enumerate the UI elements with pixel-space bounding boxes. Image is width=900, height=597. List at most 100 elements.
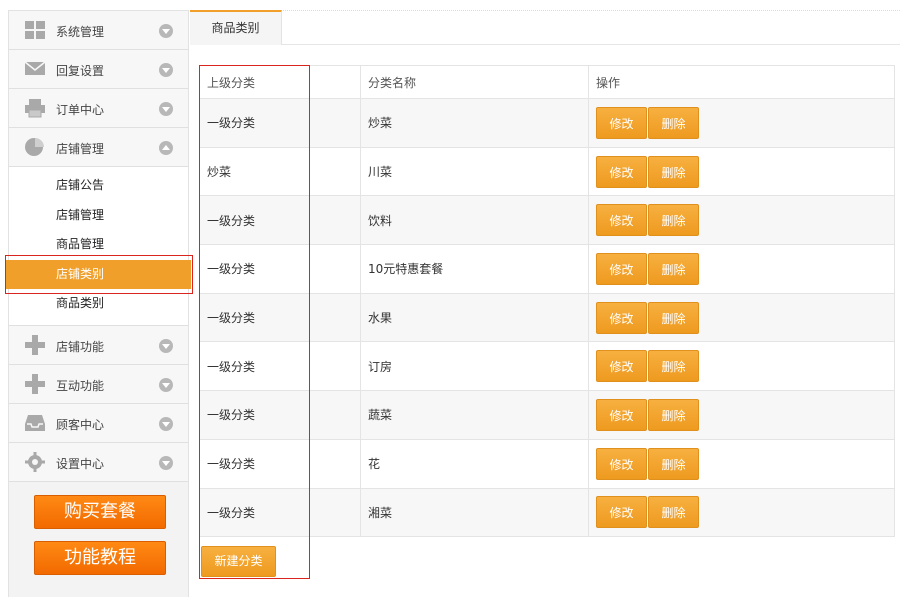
chevron-down-icon[interactable] [159, 455, 173, 470]
menu-top-2[interactable]: 订单中心 [9, 89, 188, 128]
plus-icon [24, 373, 46, 394]
cell-parent-category: 一级分类 [199, 341, 361, 392]
edit-button[interactable]: 修改 [596, 155, 647, 188]
delete-button[interactable]: 删除 [648, 204, 699, 237]
submenu-item-1[interactable]: 店铺管理 [9, 201, 188, 231]
tab-bar: 商品类别 [190, 10, 900, 45]
chevron-down-icon[interactable] [159, 416, 173, 431]
edit-button[interactable]: 修改 [596, 496, 647, 529]
chevron-down-icon[interactable] [159, 24, 173, 38]
inbox-icon [24, 413, 46, 433]
new-category-button[interactable]: 新建分类 [201, 546, 276, 577]
cell-actions: 修改 删除 [588, 292, 895, 343]
table-row: 一级分类 炒菜 修改 删除 [199, 98, 895, 148]
cell-parent-category: 一级分类 [199, 98, 361, 148]
gear-icon [24, 451, 46, 472]
delete-button[interactable]: 删除 [648, 398, 699, 431]
cell-parent-category: 炒菜 [199, 146, 361, 197]
cell-parent-category: 一级分类 [199, 195, 361, 246]
cell-actions: 修改 删除 [588, 390, 895, 440]
submenu-item-0[interactable]: 店铺公告 [9, 171, 188, 201]
grid-icon [24, 20, 46, 40]
edit-button[interactable]: 修改 [596, 252, 647, 285]
menu-top-0[interactable]: 系统管理 [9, 11, 188, 50]
edit-button[interactable]: 修改 [596, 350, 647, 383]
delete-button[interactable]: 删除 [648, 301, 699, 334]
delete-button[interactable]: 删除 [648, 106, 699, 139]
header-parent-category: 上级分类 [199, 65, 361, 99]
submenu-item-4[interactable]: 商品类别 [9, 289, 188, 319]
menu-label: 系统管理 [56, 25, 105, 39]
header-actions: 操作 [588, 65, 895, 99]
chevron-up-icon[interactable] [159, 141, 173, 155]
submenu-item-2[interactable]: 商品管理 [9, 230, 188, 260]
edit-button[interactable]: 修改 [596, 398, 647, 431]
cell-category-name: 炒菜 [360, 98, 589, 148]
mail-icon [24, 59, 46, 79]
menu-label: 顾客中心 [56, 417, 105, 432]
menu-top-1[interactable]: 回复设置 [9, 50, 188, 89]
cell-category-name: 水果 [360, 292, 589, 343]
table-row: 一级分类 饮料 修改 删除 [199, 195, 895, 246]
chevron-down-icon[interactable] [159, 102, 173, 116]
delete-button[interactable]: 删除 [648, 155, 699, 188]
cell-actions: 修改 删除 [588, 487, 895, 538]
category-table: 上级分类 分类名称 操作 一级分类 炒菜 修改 删除 炒菜 川菜 修改 删除 一级分类 饮料 修改删… [199, 65, 895, 538]
menu-label: 订单中心 [56, 103, 105, 117]
sidebar: 系统管理 回复设置 订单中心 店铺管理 店铺公告 店铺管理 商品管理 店铺类别 商品类别 店铺… [6, 10, 191, 597]
chevron-down-icon[interactable] [159, 63, 173, 77]
cell-parent-category: 一级分类 [199, 292, 361, 343]
delete-button[interactable]: 删除 [648, 496, 699, 529]
cell-actions: 修改 删除 [588, 98, 895, 148]
delete-button[interactable]: 删除 [648, 350, 699, 383]
cell-category-name: 花 [360, 438, 589, 489]
table-row: 一级分类 订房 修改 删除 [199, 341, 895, 392]
cell-category-name: 湘菜 [360, 487, 589, 538]
menu-top-3[interactable]: 店铺管理 [9, 128, 188, 167]
cell-actions: 修改 删除 [588, 341, 895, 392]
cell-parent-category: 一级分类 [199, 487, 361, 538]
cell-parent-category: 一级分类 [199, 438, 361, 489]
menu-bottom-2[interactable]: 顾客中心 [9, 403, 188, 443]
header-category-name: 分类名称 [360, 65, 589, 99]
store-submenu: 店铺公告 店铺管理 商品管理 店铺类别 商品类别 [6, 167, 191, 326]
menu-bottom-1[interactable]: 互动功能 [9, 364, 188, 404]
table-row: 炒菜 川菜 修改 删除 [199, 146, 895, 197]
cell-parent-category: 一级分类 [199, 390, 361, 440]
edit-button[interactable]: 修改 [596, 301, 647, 334]
cell-category-name: 10元特惠套餐 [360, 244, 589, 294]
cell-parent-category: 一级分类 [199, 244, 361, 294]
printer-icon [24, 98, 46, 118]
edit-button[interactable]: 修改 [596, 106, 647, 139]
cell-category-name: 蔬菜 [360, 390, 589, 440]
menu-label: 店铺功能 [56, 339, 105, 354]
table-row: 一级分类 10元特惠套餐 修改 删除 [199, 244, 895, 294]
table-row: 一级分类 水果 修改 删除 [199, 292, 895, 343]
delete-button[interactable]: 删除 [648, 447, 699, 480]
pie-icon [24, 137, 46, 157]
edit-button[interactable]: 修改 [596, 204, 647, 237]
menu-label: 设置中心 [56, 456, 105, 471]
cell-actions: 修改 删除 [588, 195, 895, 246]
cell-category-name: 订房 [360, 341, 589, 392]
submenu-item-3[interactable]: 店铺类别 [6, 259, 191, 290]
chevron-down-icon[interactable] [159, 338, 173, 353]
cell-actions: 修改 删除 [588, 438, 895, 489]
cell-actions: 修改 删除 [588, 244, 895, 294]
chevron-down-icon[interactable] [159, 377, 173, 392]
cell-category-name: 饮料 [360, 195, 589, 246]
buy-package-button[interactable]: 购买套餐 [34, 495, 166, 529]
tutorial-button[interactable]: 功能教程 [34, 541, 166, 575]
menu-bottom-0[interactable]: 店铺功能 [9, 325, 188, 365]
tab-product-category[interactable]: 商品类别 [190, 10, 282, 45]
table-row: 一级分类花修改 删除 [199, 438, 895, 489]
menu-bottom-3[interactable]: 设置中心 [9, 442, 188, 482]
plus-icon [24, 334, 46, 355]
table-row: 一级分类 蔬菜 修改 删除 [199, 390, 895, 440]
menu-label: 店铺管理 [56, 142, 105, 156]
edit-button[interactable]: 修改 [596, 447, 647, 480]
cell-actions: 修改 删除 [588, 146, 895, 197]
cell-category-name: 川菜 [360, 146, 589, 197]
table-row: 一级分类 湘菜 修改 删除 [199, 487, 895, 538]
delete-button[interactable]: 删除 [648, 252, 699, 285]
